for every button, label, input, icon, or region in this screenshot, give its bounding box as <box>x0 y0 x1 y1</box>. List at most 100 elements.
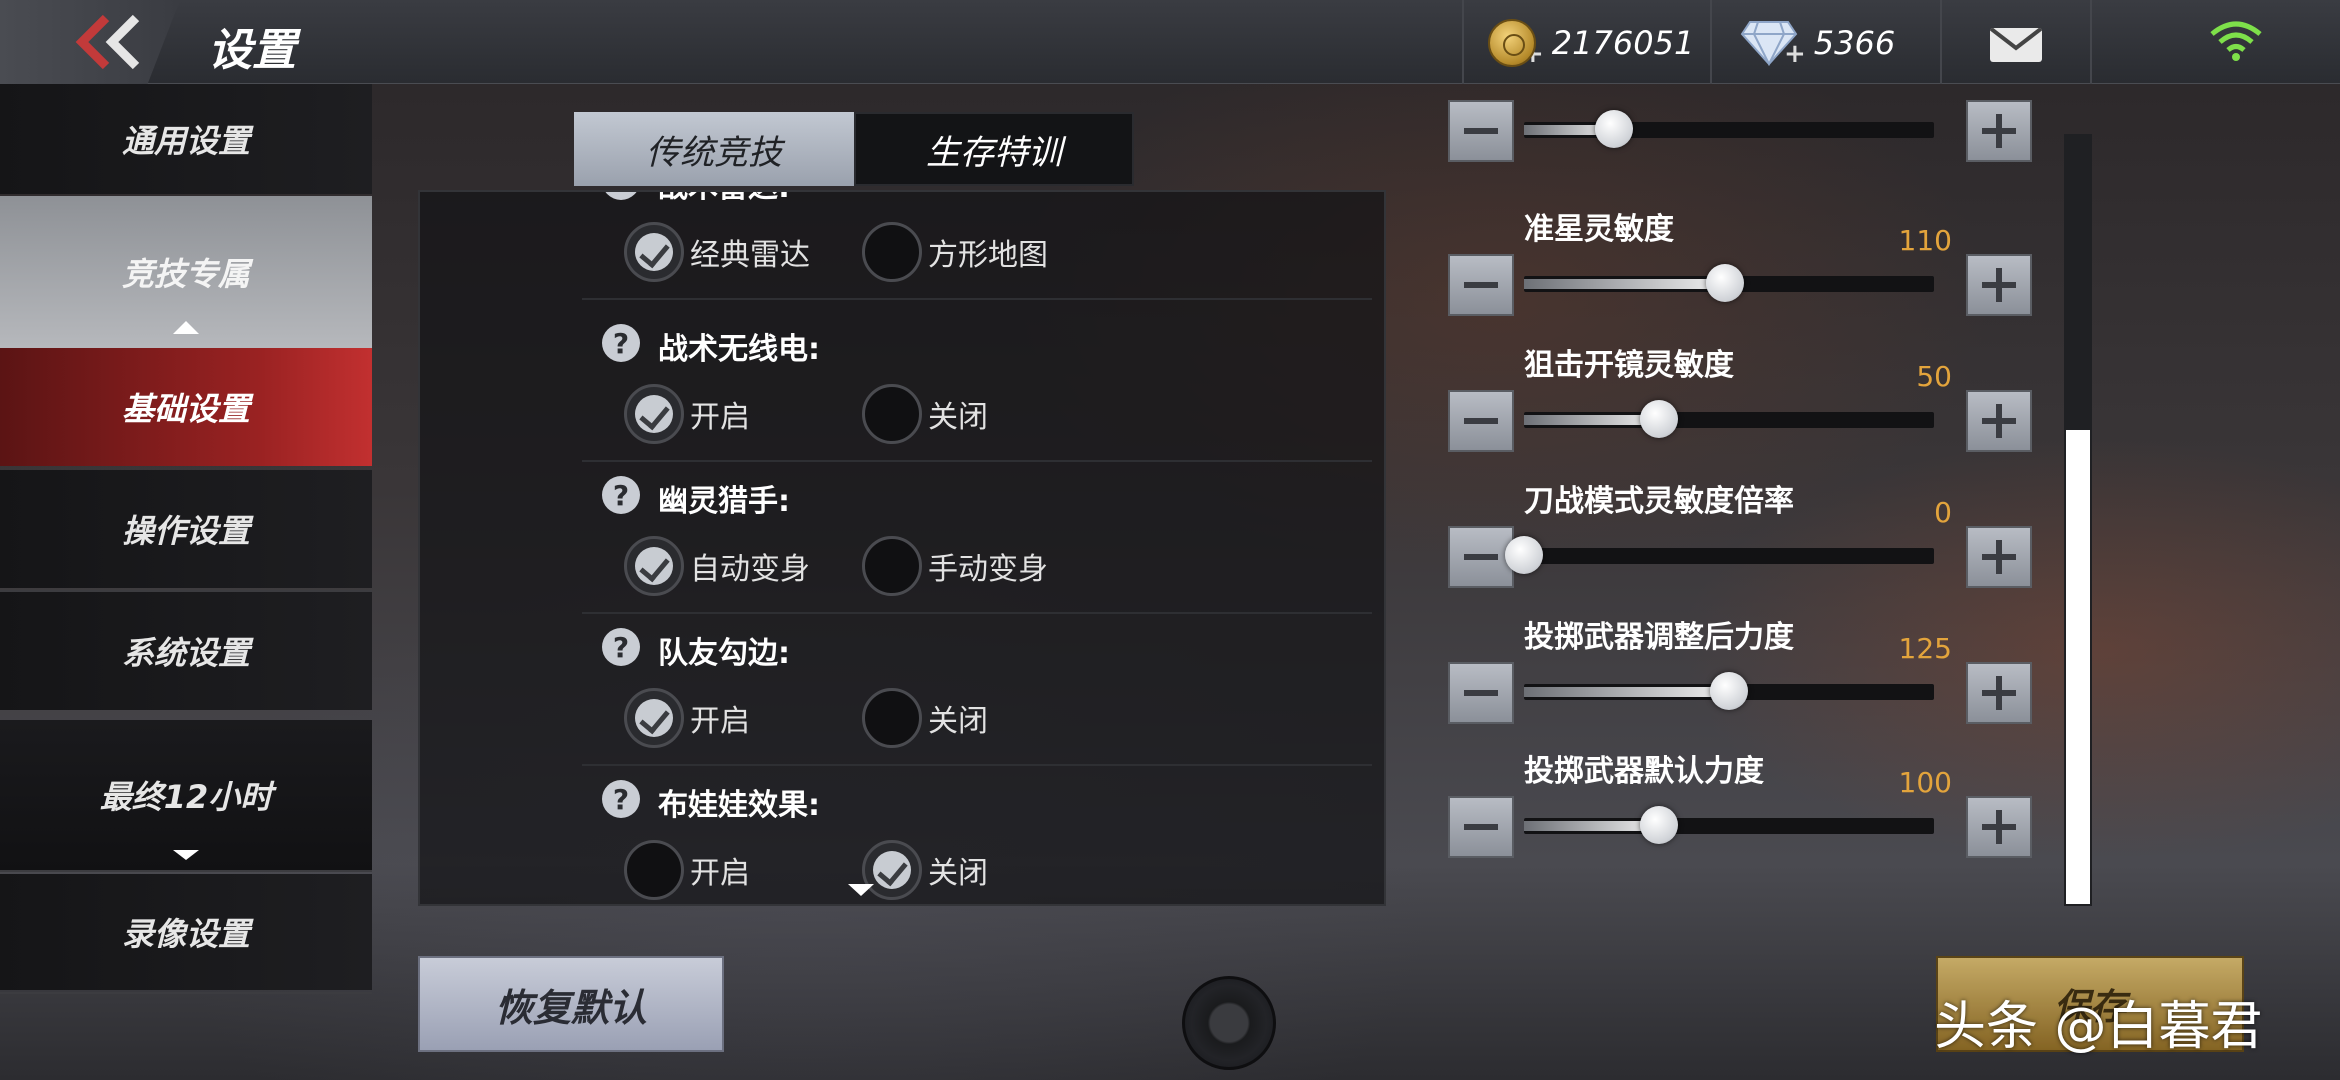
minus-button[interactable] <box>1448 662 1514 724</box>
option-label: 关闭 <box>928 704 988 739</box>
radio-checked-icon <box>624 536 684 596</box>
radio-unchecked-icon <box>862 222 922 282</box>
setting-label: 战术雷达: <box>658 192 790 206</box>
sidebar-item-system[interactable]: 系统设置 <box>0 592 372 710</box>
radio-checked-icon <box>624 384 684 444</box>
help-icon[interactable]: ? <box>602 324 640 362</box>
scroll-down-caret-icon <box>848 884 874 896</box>
minus-icon <box>1464 128 1498 134</box>
mail-icon[interactable] <box>1990 28 2042 62</box>
plus-button[interactable] <box>1966 526 2032 588</box>
option-manual-transform[interactable]: 手动变身 <box>862 536 1048 596</box>
slider-track[interactable] <box>1524 672 1934 710</box>
setting-label: 幽灵猎手: <box>658 484 790 519</box>
option-off[interactable]: 关闭 <box>862 384 988 444</box>
help-icon[interactable]: ? <box>602 192 640 200</box>
plus-icon <box>1982 540 2016 574</box>
diamond-display[interactable]: + 5366 <box>1740 18 1895 69</box>
plus-icon <box>1982 810 2016 844</box>
slider-value: 110 <box>1898 224 1952 257</box>
chevron-down-icon <box>173 850 199 860</box>
option-label: 关闭 <box>928 400 988 435</box>
plus-button[interactable] <box>1966 662 2032 724</box>
option-label: 关闭 <box>928 856 988 891</box>
option-label: 开启 <box>690 704 750 739</box>
sliders-scrollbar[interactable] <box>2064 134 2092 906</box>
option-on[interactable]: 开启 <box>624 384 750 444</box>
sidebar-group-competitive[interactable]: 竞技专属 <box>0 196 372 348</box>
mode-tabs: 传统竞技 生存特训 <box>574 112 1134 186</box>
sidebar-item-controls[interactable]: 操作设置 <box>0 470 372 588</box>
slider-track[interactable] <box>1524 110 1934 148</box>
wifi-icon <box>2210 21 2262 61</box>
slider-track[interactable] <box>1524 264 1934 302</box>
watermark-text: 头条 @白暮君 <box>1934 997 2263 1057</box>
radio-unchecked-icon <box>862 688 922 748</box>
minus-button[interactable] <box>1448 390 1514 452</box>
slider-label: 狙击开镜灵敏度 <box>1524 348 1734 383</box>
top-bar: 设置 + 2176051 + 5366 <box>0 0 2340 84</box>
back-button[interactable] <box>0 0 180 84</box>
coin-display[interactable]: + 2176051 <box>1488 18 1694 69</box>
minus-icon <box>1464 418 1498 424</box>
scrollbar-thumb[interactable] <box>2066 430 2090 904</box>
setting-label: 战术无线电: <box>658 332 820 367</box>
plus-button[interactable] <box>1966 796 2032 858</box>
settings-list-panel[interactable]: ? 战术雷达: 经典雷达 方形地图 ? 战术无线电: 开启 关闭 ? 幽灵猎手:… <box>418 190 1386 906</box>
setting-ragdoll: ? 布娃娃效果: 开启 关闭 <box>582 766 1372 904</box>
option-on[interactable]: 开启 <box>624 688 750 748</box>
setting-teammate-outline: ? 队友勾边: 开启 关闭 <box>582 614 1372 766</box>
help-icon[interactable]: ? <box>602 628 640 666</box>
slider-track[interactable] <box>1524 806 1934 844</box>
help-icon[interactable]: ? <box>602 476 640 514</box>
plus-icon <box>1982 114 2016 148</box>
sidebar-item-general[interactable]: 通用设置 <box>0 84 372 194</box>
page-title: 设置 <box>208 25 296 76</box>
restore-defaults-button[interactable]: 恢复默认 <box>418 956 724 1052</box>
floating-ball-icon[interactable] <box>1182 976 1276 1070</box>
slider-track[interactable] <box>1524 400 1934 438</box>
plus-button[interactable] <box>1966 254 2032 316</box>
minus-button[interactable] <box>1448 526 1514 588</box>
plus-button[interactable] <box>1966 390 2032 452</box>
sidebar-item-replay[interactable]: 录像设置 <box>0 874 372 990</box>
slider-thumb[interactable] <box>1595 110 1634 148</box>
option-square-map[interactable]: 方形地图 <box>862 222 1048 282</box>
setting-ghost-hunter: ? 幽灵猎手: 自动变身 手动变身 <box>582 462 1372 614</box>
option-on[interactable]: 开启 <box>624 840 750 900</box>
option-auto-transform[interactable]: 自动变身 <box>624 536 810 596</box>
divider <box>1710 0 1712 84</box>
plus-icon <box>1982 404 2016 438</box>
slider-fill <box>1524 687 1729 697</box>
slider-thumb[interactable] <box>1705 264 1744 302</box>
sidebar-item-basic[interactable]: 基础设置 <box>0 348 372 466</box>
sidebar-item-label: 竞技专属 <box>121 255 250 293</box>
option-label: 开启 <box>690 400 750 435</box>
help-icon[interactable]: ? <box>602 780 640 818</box>
sidebar-item-label: 录像设置 <box>121 915 250 953</box>
slider-track[interactable] <box>1505 536 1934 574</box>
minus-button[interactable] <box>1448 100 1514 162</box>
tab-classic[interactable]: 传统竞技 <box>574 112 854 186</box>
slider-label: 投掷武器调整后力度 <box>1524 620 1794 655</box>
option-off[interactable]: 关闭 <box>862 688 988 748</box>
option-off[interactable]: 关闭 <box>862 840 988 900</box>
option-classic-radar[interactable]: 经典雷达 <box>624 222 810 282</box>
sidebar-group-final-12h[interactable]: 最终12小时 <box>0 720 372 870</box>
setting-radar: ? 战术雷达: 经典雷达 方形地图 <box>582 192 1372 300</box>
setting-radio: ? 战术无线电: 开启 关闭 <box>582 310 1372 462</box>
tab-survival[interactable]: 生存特训 <box>854 112 1134 186</box>
minus-button[interactable] <box>1448 254 1514 316</box>
slider-thumb[interactable] <box>1710 672 1748 710</box>
option-label: 方形地图 <box>928 238 1048 273</box>
sidebar-item-label: 系统设置 <box>121 634 250 672</box>
slider-thumb[interactable] <box>1640 806 1679 844</box>
minus-button[interactable] <box>1448 796 1514 858</box>
minus-icon <box>1464 554 1498 560</box>
double-chevron-left-icon <box>75 14 140 70</box>
slider-thumb[interactable] <box>1505 536 1543 574</box>
radio-checked-icon <box>624 222 684 282</box>
plus-button[interactable] <box>1966 100 2032 162</box>
slider-fill <box>1524 821 1660 831</box>
slider-thumb[interactable] <box>1640 400 1679 438</box>
